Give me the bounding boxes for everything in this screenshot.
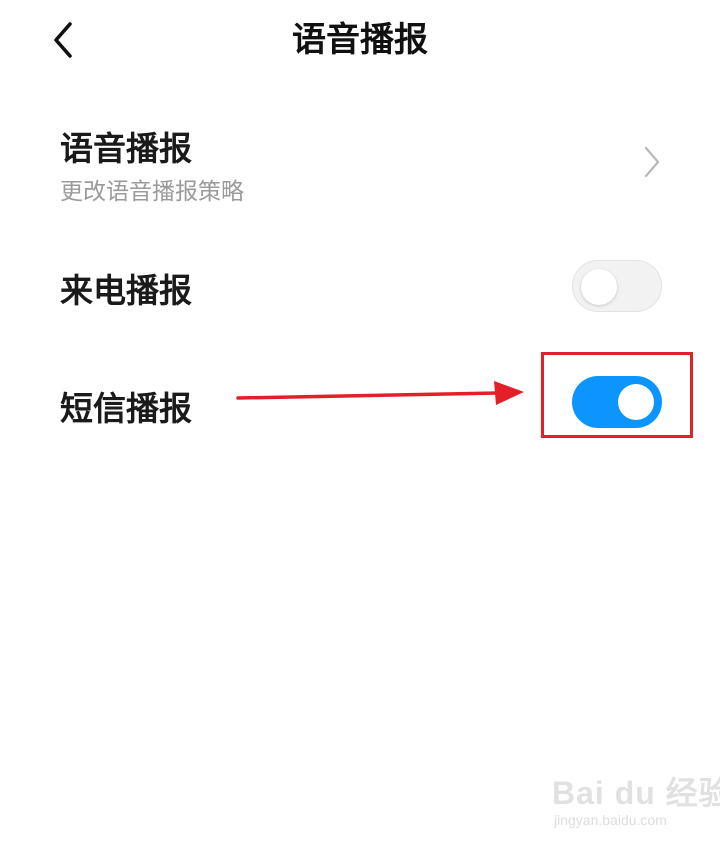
voice-broadcast-subtitle: 更改语音播报策略 [60,179,244,205]
watermark-url: jingyan.baidu.com [554,812,667,828]
annotation-arrow-icon [236,381,524,405]
annotation-highlight-box [541,352,693,438]
call-broadcast-toggle[interactable] [572,260,662,312]
voice-broadcast-settings-page: 语音播报 语音播报 更改语音播报策略 来电播报 短信播报 Bai du 经验 j… [0,0,720,850]
page-title: 语音播报 [292,20,428,60]
voice-broadcast-title: 语音播报 [60,129,192,168]
header: 语音播报 [0,0,720,80]
call-broadcast-title: 来电播报 [60,271,192,310]
call-broadcast-row: 来电播报 [0,250,720,326]
voice-broadcast-row[interactable]: 语音播报 更改语音播报策略 [0,112,720,212]
baidu-jingyan-watermark: Bai du 经验 jingyan.baidu.com [552,768,720,838]
watermark-logo: Bai du 经验 [552,775,720,811]
sms-broadcast-title: 短信播报 [60,389,192,428]
toggle-knob [581,269,617,305]
chevron-right-icon [644,146,660,178]
